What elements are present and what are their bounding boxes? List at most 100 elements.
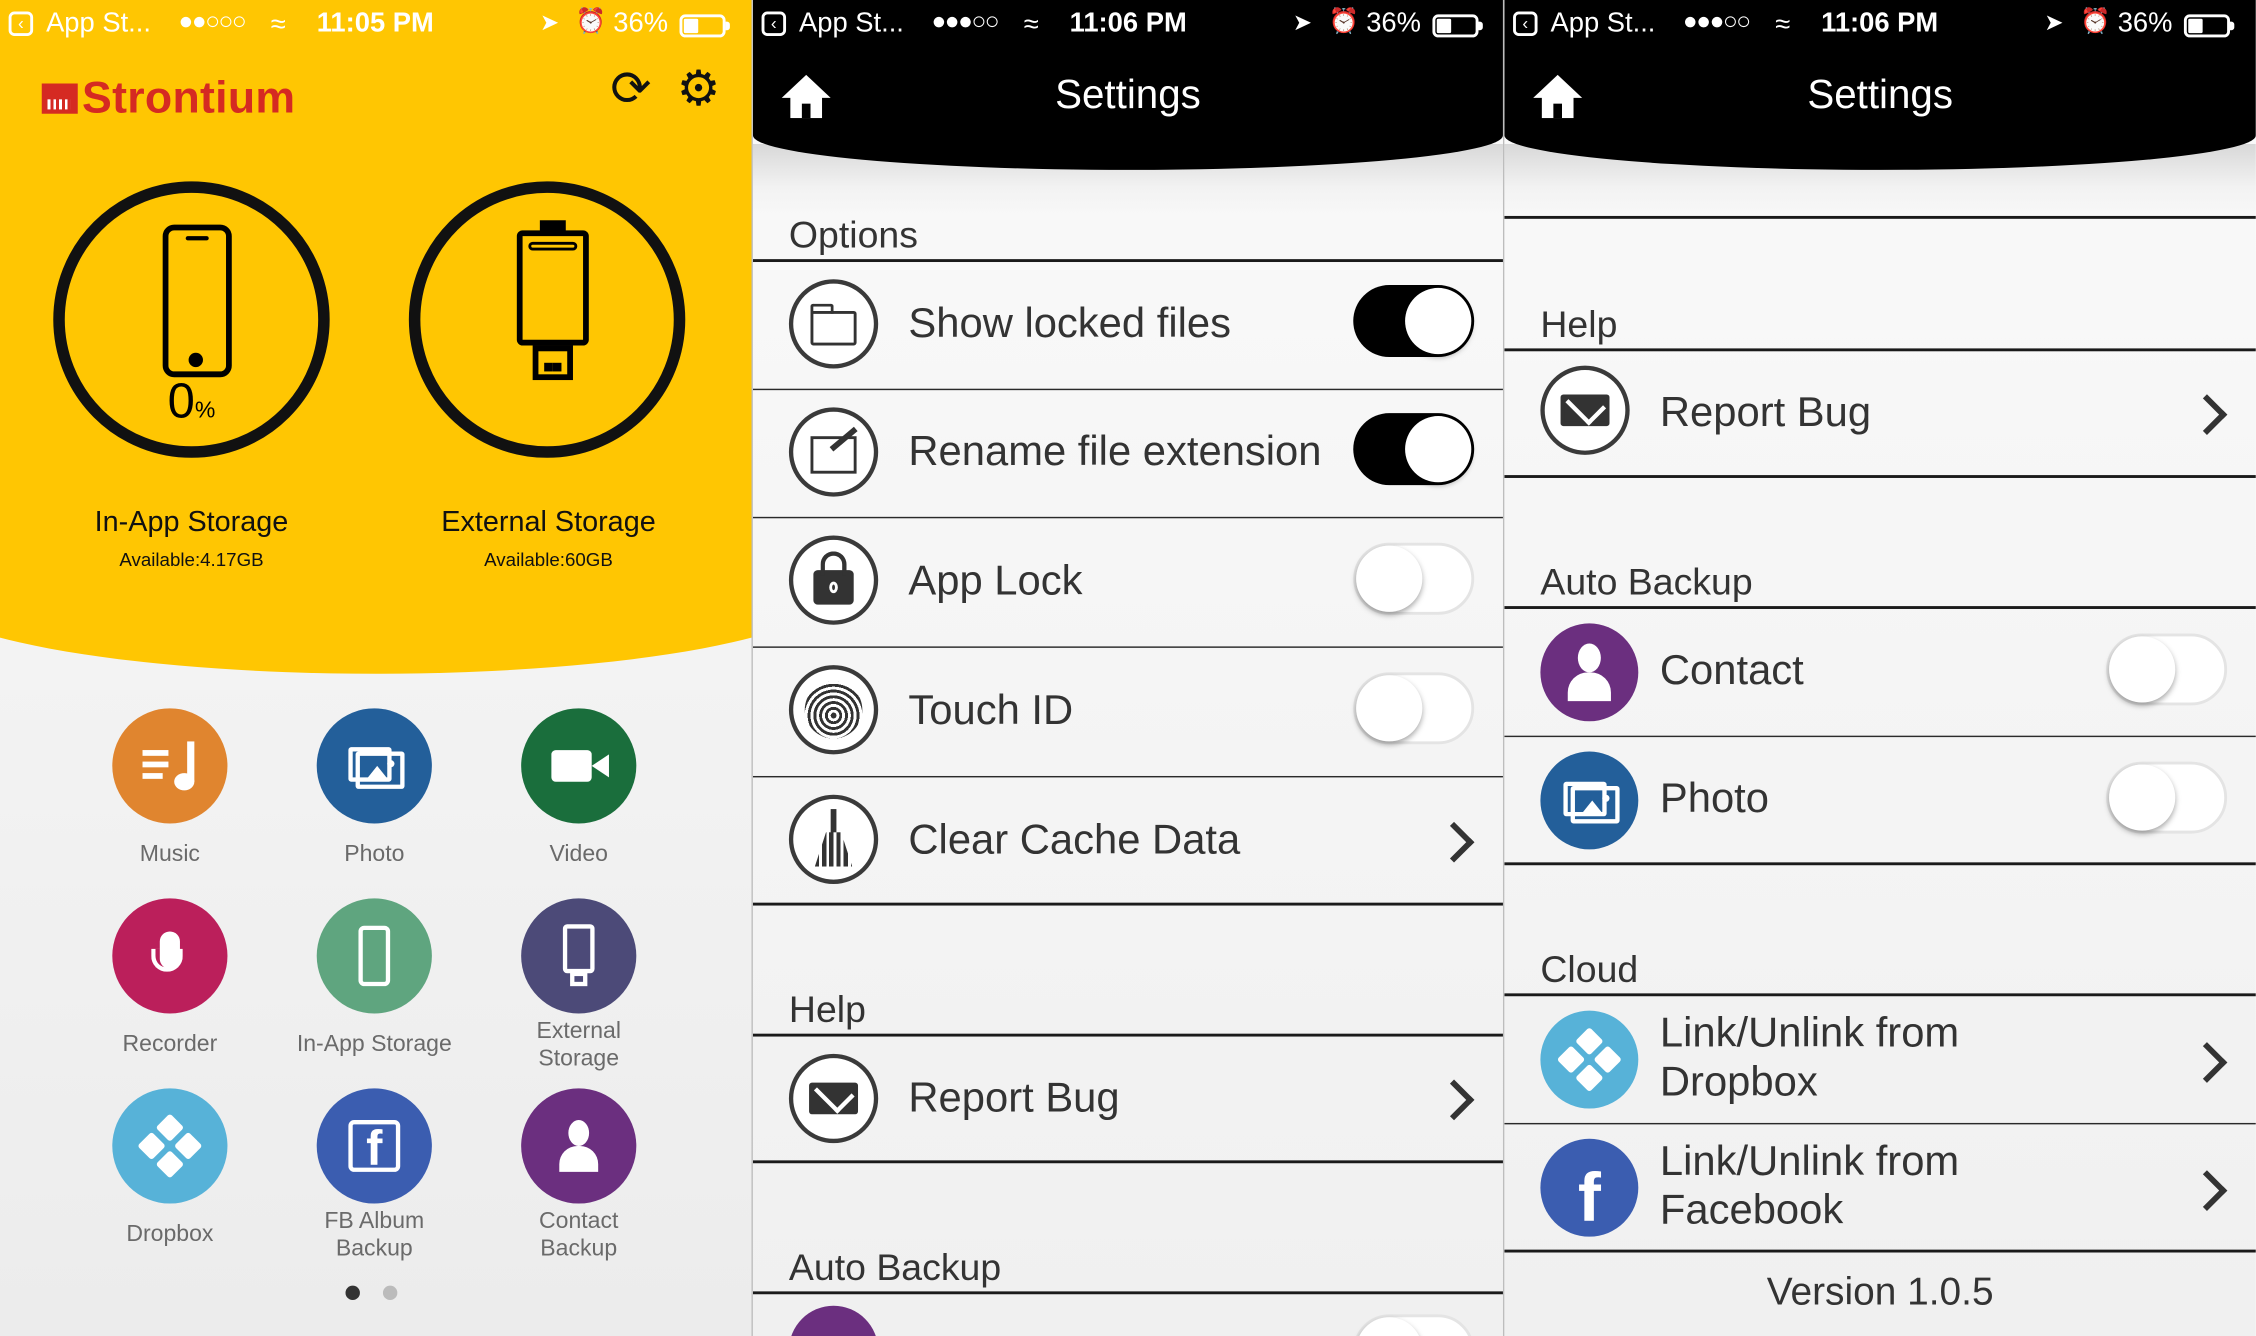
contact-backup-row-partial[interactable] [753, 1294, 1503, 1336]
page-indicator[interactable] [345, 1281, 421, 1307]
show-locked-files-toggle[interactable] [1353, 285, 1475, 358]
report-bug-label: Report Bug [1659, 390, 1872, 437]
app-in-app-storage[interactable]: In-App Storage [272, 898, 476, 1058]
auto-backup-photo-row[interactable]: Photo [1504, 737, 2255, 862]
section-divider [1504, 1249, 2256, 1253]
battery-icon [679, 14, 730, 38]
section-help: Help [788, 987, 866, 1031]
gear-icon[interactable]: ⚙ [677, 63, 721, 115]
app-fb-album-backup[interactable]: f FB Album Backup [272, 1088, 476, 1262]
back-arrow-icon[interactable]: ‹ [761, 11, 787, 36]
facebook-sync-icon: f [316, 1088, 432, 1204]
page-dot[interactable] [382, 1285, 398, 1301]
app-external-storage[interactable]: External Storage [477, 898, 681, 1072]
external-storage-ring[interactable] [408, 181, 686, 458]
external-storage-available: Available:60GB [484, 548, 613, 571]
music-icon [112, 708, 228, 824]
contact-icon [1540, 623, 1639, 722]
report-bug-label: Report Bug [908, 1075, 1120, 1122]
folder-icon [788, 279, 879, 369]
battery-icon [1432, 14, 1483, 38]
chevron-right-icon [1433, 1079, 1475, 1121]
wifi-icon: ≈ [1023, 10, 1039, 41]
contact-backup-toggle[interactable] [1353, 1314, 1475, 1336]
app-label: FB Album Backup [324, 1209, 425, 1262]
rename-file-extension-toggle[interactable] [1353, 413, 1475, 486]
section-auto-backup: Auto Backup [788, 1245, 1002, 1289]
edit-file-icon [788, 407, 879, 497]
back-arrow-icon[interactable]: ‹ [8, 11, 34, 36]
app-lock-toggle[interactable] [1353, 542, 1475, 615]
photo-icon [1540, 751, 1639, 850]
facebook-icon: f [1540, 1138, 1639, 1237]
status-bar: ‹ App St... ●●●○○ ≈ 11:06 PM ➤ ⏰ 36% [1504, 0, 2255, 52]
cloud-label: Link/Unlink from Dropbox [1659, 1010, 1960, 1106]
phone-icon [162, 224, 232, 378]
chevron-right-icon [2186, 394, 2228, 435]
back-arrow-icon[interactable]: ‹ [1513, 11, 1538, 36]
strontium-logo: Strontium [41, 72, 296, 124]
broom-icon [788, 794, 879, 884]
envelope-icon [788, 1053, 879, 1144]
section-auto-backup: Auto Backup [1540, 560, 1753, 604]
option-touch-id[interactable]: Touch ID [753, 648, 1503, 776]
location-arrow-icon: ➤ [1292, 11, 1313, 36]
alarm-clock-icon: ⏰ [2080, 7, 2111, 35]
signal-strength-icon: ●●●○○ [931, 7, 999, 35]
app-contact-backup[interactable]: Contact Backup [477, 1088, 681, 1262]
option-label: Touch ID [908, 688, 1074, 735]
in-app-storage-label: In-App Storage [94, 506, 289, 539]
status-time: 11:06 PM [1821, 8, 1939, 39]
touch-id-toggle[interactable] [1353, 672, 1475, 745]
app-label: In-App Storage [296, 1032, 452, 1057]
page-title: Settings [1807, 71, 1953, 117]
battery-percent: 36% [1366, 8, 1421, 39]
microphone-icon [112, 898, 228, 1014]
section-divider [1504, 475, 2256, 478]
page-title: Settings [1055, 71, 1201, 117]
report-bug-row[interactable]: Report Bug [1504, 351, 2255, 475]
page-dot-active[interactable] [345, 1285, 360, 1301]
section-options: Options [788, 213, 918, 257]
version-label: Version 1.0.5 [1766, 1269, 1994, 1313]
usb-drive-icon [516, 220, 589, 346]
app-label: Recorder [122, 1032, 218, 1057]
option-show-locked-files[interactable]: Show locked files [753, 262, 1503, 389]
app-label: External Storage [536, 1019, 621, 1072]
option-rename-file-extension[interactable]: Rename file extension [753, 390, 1503, 517]
back-app-label[interactable]: App St... [1550, 9, 1655, 41]
report-bug-row[interactable]: Report Bug [753, 1037, 1503, 1161]
option-label: Clear Cache Data [908, 817, 1241, 864]
app-dropbox[interactable]: Dropbox [68, 1088, 272, 1248]
cloud-dropbox-row[interactable]: Link/Unlink from Dropbox [1504, 996, 2255, 1123]
contact-icon [788, 1305, 879, 1336]
back-app-label[interactable]: App St... [46, 9, 151, 41]
chevron-right-icon [2186, 1042, 2228, 1083]
app-music[interactable]: Music [68, 708, 272, 868]
option-app-lock[interactable]: App Lock [753, 518, 1503, 646]
envelope-icon [1540, 365, 1630, 455]
option-clear-cache-data[interactable]: Clear Cache Data [753, 777, 1503, 902]
in-app-storage-ring[interactable]: 0% [53, 181, 330, 458]
app-label: Music [139, 842, 200, 867]
settings-screen-bottom: ‹ App St... ●●●○○ ≈ 11:06 PM ➤ ⏰ 36% Set… [1504, 0, 2256, 1336]
photo-backup-toggle[interactable] [2106, 761, 2228, 834]
auto-backup-contact-row[interactable]: Contact [1504, 609, 2255, 736]
contact-sync-icon [521, 1088, 637, 1204]
status-time: 11:05 PM [316, 8, 434, 39]
contact-backup-toggle[interactable] [2106, 633, 2228, 706]
app-label: Contact Backup [539, 1209, 619, 1262]
back-app-label[interactable]: App St... [799, 9, 904, 41]
cloud-facebook-row[interactable]: f Link/Unlink from Facebook [1504, 1124, 2255, 1249]
app-recorder[interactable]: Recorder [68, 898, 272, 1058]
refresh-icon[interactable]: ⟳ [610, 63, 651, 115]
app-video[interactable]: Video [477, 708, 681, 868]
cloud-label: Link/Unlink from Facebook [1659, 1138, 1960, 1234]
alarm-clock-icon: ⏰ [575, 7, 607, 35]
section-divider [752, 902, 1503, 906]
app-photo[interactable]: Photo [272, 708, 476, 868]
video-camera-icon [521, 708, 637, 824]
photo-icon [316, 708, 432, 824]
in-app-storage-available: Available:4.17GB [119, 548, 264, 571]
strontium-logo-mark-icon [41, 82, 78, 114]
